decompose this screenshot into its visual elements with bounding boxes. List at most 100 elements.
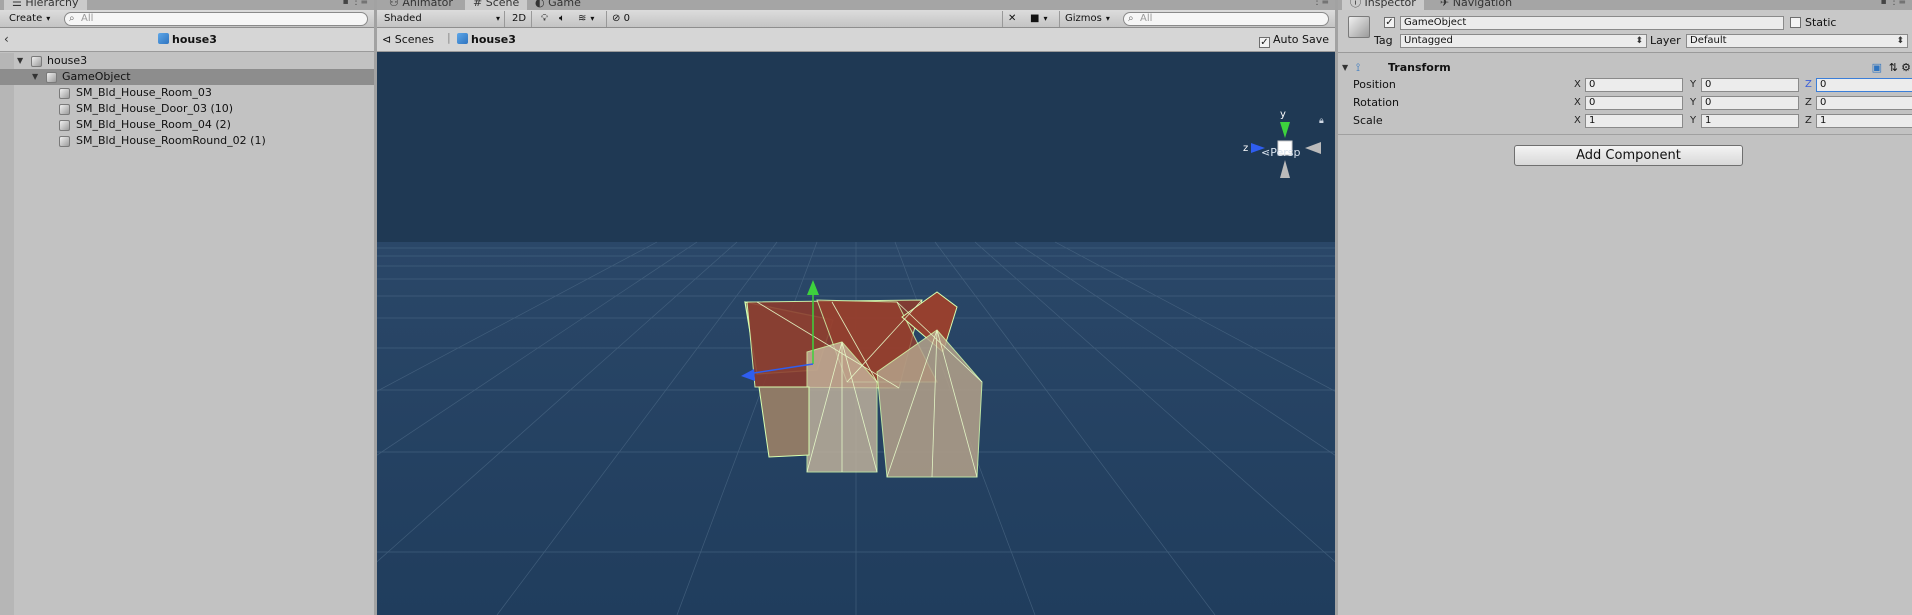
tag-label: Tag <box>1374 34 1393 47</box>
rotation-y-value: 0 <box>1705 97 1712 108</box>
tab-game[interactable]: ◐ Game <box>527 0 589 10</box>
breadcrumb-root-label: Scenes <box>394 33 434 46</box>
speaker-icon: 🔈︎ <box>559 13 565 24</box>
eye-slash-icon: ⊘ <box>612 13 624 24</box>
tab-navigation-label: Navigation <box>1452 0 1513 9</box>
search-icon: ⌕ <box>69 13 75 24</box>
auto-save-checkbox[interactable]: ✓ <box>1258 37 1270 48</box>
hierarchy-toolbar: Create ⌕ All <box>0 10 374 28</box>
layer-dropdown[interactable]: Default <box>1686 34 1908 48</box>
gizmos-dropdown[interactable]: Gizmos <box>1059 11 1115 27</box>
layers-icon: ≋ <box>578 13 587 24</box>
camera-dropdown[interactable]: ■ <box>1025 11 1052 27</box>
chevron-down-icon: ▾ <box>495 14 500 23</box>
hierarchy-search-placeholder: All <box>81 13 94 24</box>
object-name-field[interactable]: GameObject <box>1400 16 1784 30</box>
audio-toggle[interactable]: 🔈︎ <box>554 11 570 27</box>
component-divider <box>1338 134 1912 135</box>
tab-inspector-label: Inspector <box>1364 0 1416 9</box>
tools-toggle[interactable]: ✕ <box>1002 11 1021 27</box>
tag-value: Untagged <box>1404 35 1453 46</box>
tree-item-gameobject[interactable]: ▼ GameObject <box>0 69 374 85</box>
toggle-2d-label: 2D <box>512 13 527 24</box>
scale-z-value: 1 <box>1820 115 1827 126</box>
static-label: Static <box>1805 16 1837 29</box>
sky-background <box>377 52 1335 242</box>
lock-icon[interactable]: 🔒︎ <box>1319 116 1324 126</box>
persp-text: Persp <box>1270 146 1301 159</box>
rotation-z-field[interactable]: 0 <box>1816 96 1912 110</box>
position-label: Position <box>1353 78 1396 91</box>
scale-x-axis: X <box>1574 115 1581 126</box>
active-checkbox[interactable]: ✓ <box>1384 17 1395 28</box>
tab-hierarchy-label: Hierarchy <box>25 0 79 9</box>
tab-scene[interactable]: # Scene <box>465 0 528 10</box>
scene-search-input[interactable]: ⌕ All <box>1123 12 1329 26</box>
panel-menu-icon[interactable]: ⋮≡ <box>1312 0 1329 7</box>
house-model[interactable] <box>741 280 983 478</box>
persp-label[interactable]: ⋖Persp <box>1261 146 1300 159</box>
lighting-toggle[interactable]: 💡︎ <box>536 11 553 27</box>
toggle-2d-button[interactable]: 2D <box>507 11 533 27</box>
gameobject-icon <box>59 136 70 147</box>
effects-dropdown[interactable]: ≋ <box>573 11 599 27</box>
tab-hierarchy[interactable]: ☰ Hierarchy <box>4 0 87 10</box>
scale-y-field[interactable]: 1 <box>1701 114 1799 128</box>
preset-icon[interactable]: ⇅ <box>1889 61 1898 74</box>
tab-navigation[interactable]: ✈ Navigation <box>1432 0 1521 10</box>
panel-menu-icon[interactable]: ▪ ⋮≡ <box>342 0 368 7</box>
gear-icon[interactable]: ⚙ <box>1901 61 1911 74</box>
position-y-field[interactable]: 0 <box>1701 78 1799 92</box>
tab-scene-label: Scene <box>485 0 520 9</box>
collapse-arrow-icon[interactable]: ▼ <box>1342 63 1348 72</box>
static-checkbox[interactable] <box>1790 17 1801 28</box>
create-dropdown[interactable]: Create <box>4 11 55 27</box>
object-header: ✓ GameObject Static Tag Untagged Layer D… <box>1338 10 1912 53</box>
scale-z-field[interactable]: 1 <box>1816 114 1912 128</box>
transform-header[interactable]: ▼ ⟟ Transform ▣ ⇅ ⚙ <box>1338 60 1912 76</box>
persp-arrow-icon: ⋖ <box>1261 146 1271 159</box>
hierarchy-search-input[interactable]: ⌕ All <box>64 12 368 26</box>
hierarchy-scene-header: ‹ house3 <box>0 28 374 52</box>
expand-arrow-icon[interactable]: ▼ <box>32 69 38 85</box>
hidden-objects-toggle[interactable]: ⊘ 0 <box>606 11 635 27</box>
tools-icon: ✕ <box>1008 13 1017 24</box>
panel-menu-icon[interactable]: ▪ ⋮≡ <box>1880 0 1906 7</box>
auto-save-toggle[interactable]: ✓ Auto Save <box>1258 33 1329 48</box>
gameobject-icon <box>59 88 70 99</box>
scene-viewport[interactable]: y z 🔒︎ ⋖Persp <box>377 52 1335 615</box>
position-z-field[interactable]: 0 <box>1816 78 1912 92</box>
tab-animator[interactable]: ⚇ Animator <box>381 0 461 10</box>
tree-item-room03[interactable]: SM_Bld_House_Room_03 <box>0 85 374 101</box>
expand-arrow-icon[interactable]: ▼ <box>17 53 23 69</box>
position-x-field[interactable]: 0 <box>1585 78 1683 92</box>
gameobject-large-icon <box>1348 16 1370 38</box>
layer-value: Default <box>1690 35 1727 46</box>
breadcrumb-current[interactable]: house3 <box>457 33 516 46</box>
grid-icon: # <box>473 0 486 9</box>
tree-item-house3[interactable]: ▼ house3 <box>0 53 374 69</box>
prefab-cube-icon <box>158 33 169 44</box>
add-component-label: Add Component <box>1576 148 1681 163</box>
breadcrumb-scenes[interactable]: ⊲ Scenes <box>382 33 434 46</box>
tree-item-door03[interactable]: SM_Bld_House_Door_03 (10) <box>0 101 374 117</box>
scale-x-field[interactable]: 1 <box>1585 114 1683 128</box>
rotation-y-field[interactable]: 0 <box>1701 96 1799 110</box>
rotation-x-field[interactable]: 0 <box>1585 96 1683 110</box>
hierarchy-tree: ▼ house3 ▼ GameObject SM_Bld_House_Room_… <box>0 53 374 615</box>
rotation-x-axis: X <box>1574 97 1581 108</box>
scene-render[interactable]: y z 🔒︎ <box>377 52 1335 615</box>
search-icon: ⌕ <box>1128 13 1134 24</box>
shading-mode-dropdown[interactable]: Shaded ▾ <box>379 11 505 27</box>
tree-item-room04[interactable]: SM_Bld_House_Room_04 (2) <box>0 117 374 133</box>
info-icon: ⓘ <box>1350 0 1365 9</box>
gameobject-icon <box>46 72 57 83</box>
gameobject-icon <box>59 120 70 131</box>
add-component-button[interactable]: Add Component <box>1514 145 1743 166</box>
rotation-z-value: 0 <box>1820 97 1827 108</box>
tag-dropdown[interactable]: Untagged <box>1400 34 1647 48</box>
tree-item-roomround02[interactable]: SM_Bld_House_RoomRound_02 (1) <box>0 133 374 149</box>
help-icon[interactable]: ▣ <box>1872 61 1882 74</box>
tab-inspector[interactable]: ⓘ Inspector <box>1342 0 1424 10</box>
back-arrow-icon[interactable]: ‹ <box>4 32 9 46</box>
